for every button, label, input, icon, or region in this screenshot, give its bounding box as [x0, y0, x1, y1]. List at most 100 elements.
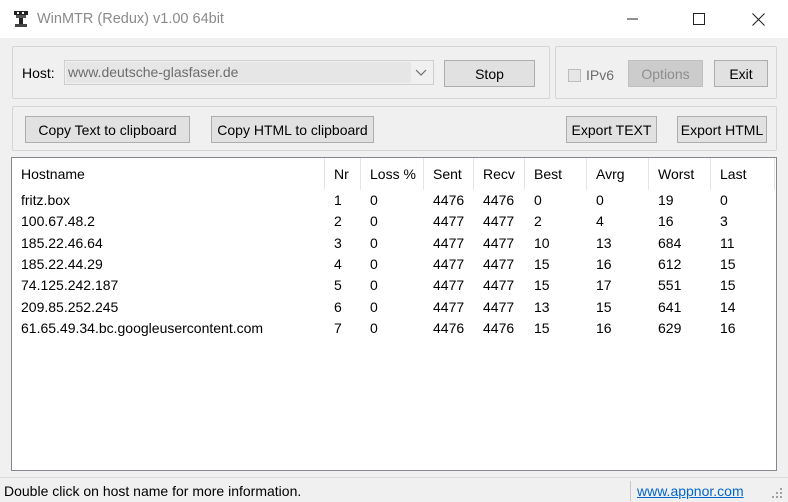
cell-nr: 6	[334, 298, 342, 315]
window-title: WinMTR (Redux) v1.00 64bit	[37, 11, 224, 27]
cell-sent: 4476	[433, 192, 465, 208]
status-text: Double click on host name for more infor…	[4, 483, 302, 499]
checkbox-icon	[568, 68, 581, 82]
cell-loss: 0	[370, 213, 378, 230]
cell-sent: 4477	[433, 234, 465, 251]
cell-nr: 1	[334, 192, 342, 208]
cell-nr: 7	[334, 319, 342, 336]
export-html-button[interactable]: Export HTML	[677, 116, 767, 143]
cell-sent: 4477	[433, 255, 465, 272]
title-bar[interactable]: WinMTR (Redux) v1.00 64bit	[0, 0, 788, 38]
maximize-button[interactable]	[676, 0, 722, 38]
table-header: Hostname Nr Loss % Sent Recv Best Avrg Worst Las…	[12, 158, 776, 190]
close-icon	[751, 12, 765, 26]
host-combobox[interactable]: www.deutsche-glasfaser.de	[64, 60, 434, 85]
website-link[interactable]: www.appnor.com	[637, 483, 744, 499]
cell-avrg: 0	[596, 192, 604, 208]
cell-recv: 4477	[483, 213, 515, 230]
cell-hostname: 185.22.46.64	[21, 234, 103, 251]
stop-button[interactable]: Stop	[444, 60, 535, 87]
maximize-icon	[693, 13, 705, 25]
cell-worst: 16	[658, 213, 674, 230]
table-row[interactable]: 74.125.242.187 5 0 4477 4477 15 17 551 15	[12, 275, 776, 296]
copy-text-button[interactable]: Copy Text to clipboard	[25, 116, 190, 143]
cell-hostname: 100.67.48.2	[21, 213, 95, 230]
results-table[interactable]: Hostname Nr Loss % Sent Recv Best Avrg Worst Las…	[11, 157, 777, 471]
column-header-recv[interactable]: Recv	[474, 158, 525, 190]
cell-nr: 2	[334, 213, 342, 230]
cell-nr: 4	[334, 255, 342, 272]
cell-avrg: 13	[596, 234, 612, 251]
cell-hostname: 61.65.49.34.bc.googleusercontent.com	[21, 319, 264, 336]
cell-hostname: fritz.box	[21, 192, 71, 208]
status-bar: Double click on host name for more infor…	[0, 477, 788, 502]
column-header-last[interactable]: Last	[711, 158, 775, 190]
host-input[interactable]: www.deutsche-glasfaser.de	[68, 64, 238, 80]
cell-recv: 4477	[483, 234, 515, 251]
cell-hostname: 209.85.252.245	[21, 298, 119, 315]
export-text-button[interactable]: Export TEXT	[566, 116, 657, 143]
column-header-best[interactable]: Best	[525, 158, 587, 190]
cell-loss: 0	[370, 192, 378, 208]
options-button[interactable]: Options	[628, 60, 703, 87]
cell-recv: 4476	[483, 192, 515, 208]
cell-avrg: 16	[596, 255, 612, 272]
column-header-sent[interactable]: Sent	[424, 158, 474, 190]
cell-hostname: 185.22.44.29	[21, 255, 103, 272]
cell-best: 15	[534, 277, 550, 294]
column-header-nr[interactable]: Nr	[325, 158, 361, 190]
table-row[interactable]: 185.22.44.29 4 0 4477 4477 15 16 612 15	[12, 254, 776, 275]
close-button[interactable]	[735, 0, 781, 38]
cell-sent: 4477	[433, 277, 465, 294]
cell-loss: 0	[370, 298, 378, 315]
cell-loss: 0	[370, 255, 378, 272]
copy-html-button[interactable]: Copy HTML to clipboard	[211, 116, 374, 143]
cell-best: 10	[534, 234, 550, 251]
exit-button[interactable]: Exit	[714, 60, 768, 87]
table-row[interactable]: 185.22.46.64 3 0 4477 4477 10 13 684 11	[12, 233, 776, 254]
status-separator	[630, 481, 631, 501]
table-row[interactable]: 61.65.49.34.bc.googleusercontent.com 7 0 44…	[12, 318, 776, 339]
cell-worst: 612	[658, 255, 682, 272]
column-header-worst[interactable]: Worst	[649, 158, 711, 190]
cell-avrg: 16	[596, 319, 612, 336]
cell-worst: 551	[658, 277, 682, 294]
column-header-avrg[interactable]: Avrg	[587, 158, 649, 190]
cell-worst: 629	[658, 319, 682, 336]
cell-best: 2	[534, 213, 542, 230]
table-row[interactable]: 209.85.252.245 6 0 4477 4477 13 15 641 14	[12, 297, 776, 318]
minimize-button[interactable]	[610, 0, 656, 38]
host-dropdown-button[interactable]	[411, 63, 431, 82]
table-row[interactable]: fritz.box 1 0 4476 4476 0 0 19 0	[12, 190, 776, 211]
resize-grip-icon[interactable]	[770, 486, 784, 500]
cell-avrg: 4	[596, 213, 604, 230]
cell-worst: 19	[658, 192, 674, 208]
cell-last: 0	[720, 192, 728, 208]
ipv6-checkbox[interactable]: IPv6	[568, 67, 614, 83]
cell-sent: 4477	[433, 298, 465, 315]
cell-last: 15	[720, 277, 736, 294]
cell-recv: 4477	[483, 255, 515, 272]
cell-last: 16	[720, 319, 736, 336]
cell-nr: 5	[334, 277, 342, 294]
column-header-loss[interactable]: Loss %	[361, 158, 424, 190]
cell-worst: 684	[658, 234, 682, 251]
cell-best: 15	[534, 255, 550, 272]
cell-last: 15	[720, 255, 736, 272]
cell-loss: 0	[370, 234, 378, 251]
cell-avrg: 17	[596, 277, 612, 294]
cell-last: 11	[720, 234, 735, 251]
cell-last: 14	[720, 298, 736, 315]
host-label: Host:	[22, 65, 55, 81]
cell-recv: 4477	[483, 277, 515, 294]
cell-worst: 641	[658, 298, 682, 315]
cell-loss: 0	[370, 277, 378, 294]
table-row[interactable]: 100.67.48.2 2 0 4477 4477 2 4 16 3	[12, 211, 776, 232]
cell-loss: 0	[370, 319, 378, 336]
cell-best: 15	[534, 319, 550, 336]
cell-sent: 4476	[433, 319, 465, 336]
column-header-hostname[interactable]: Hostname	[12, 158, 325, 190]
cell-sent: 4477	[433, 213, 465, 230]
cell-nr: 3	[334, 234, 342, 251]
ipv6-label: IPv6	[586, 67, 615, 83]
